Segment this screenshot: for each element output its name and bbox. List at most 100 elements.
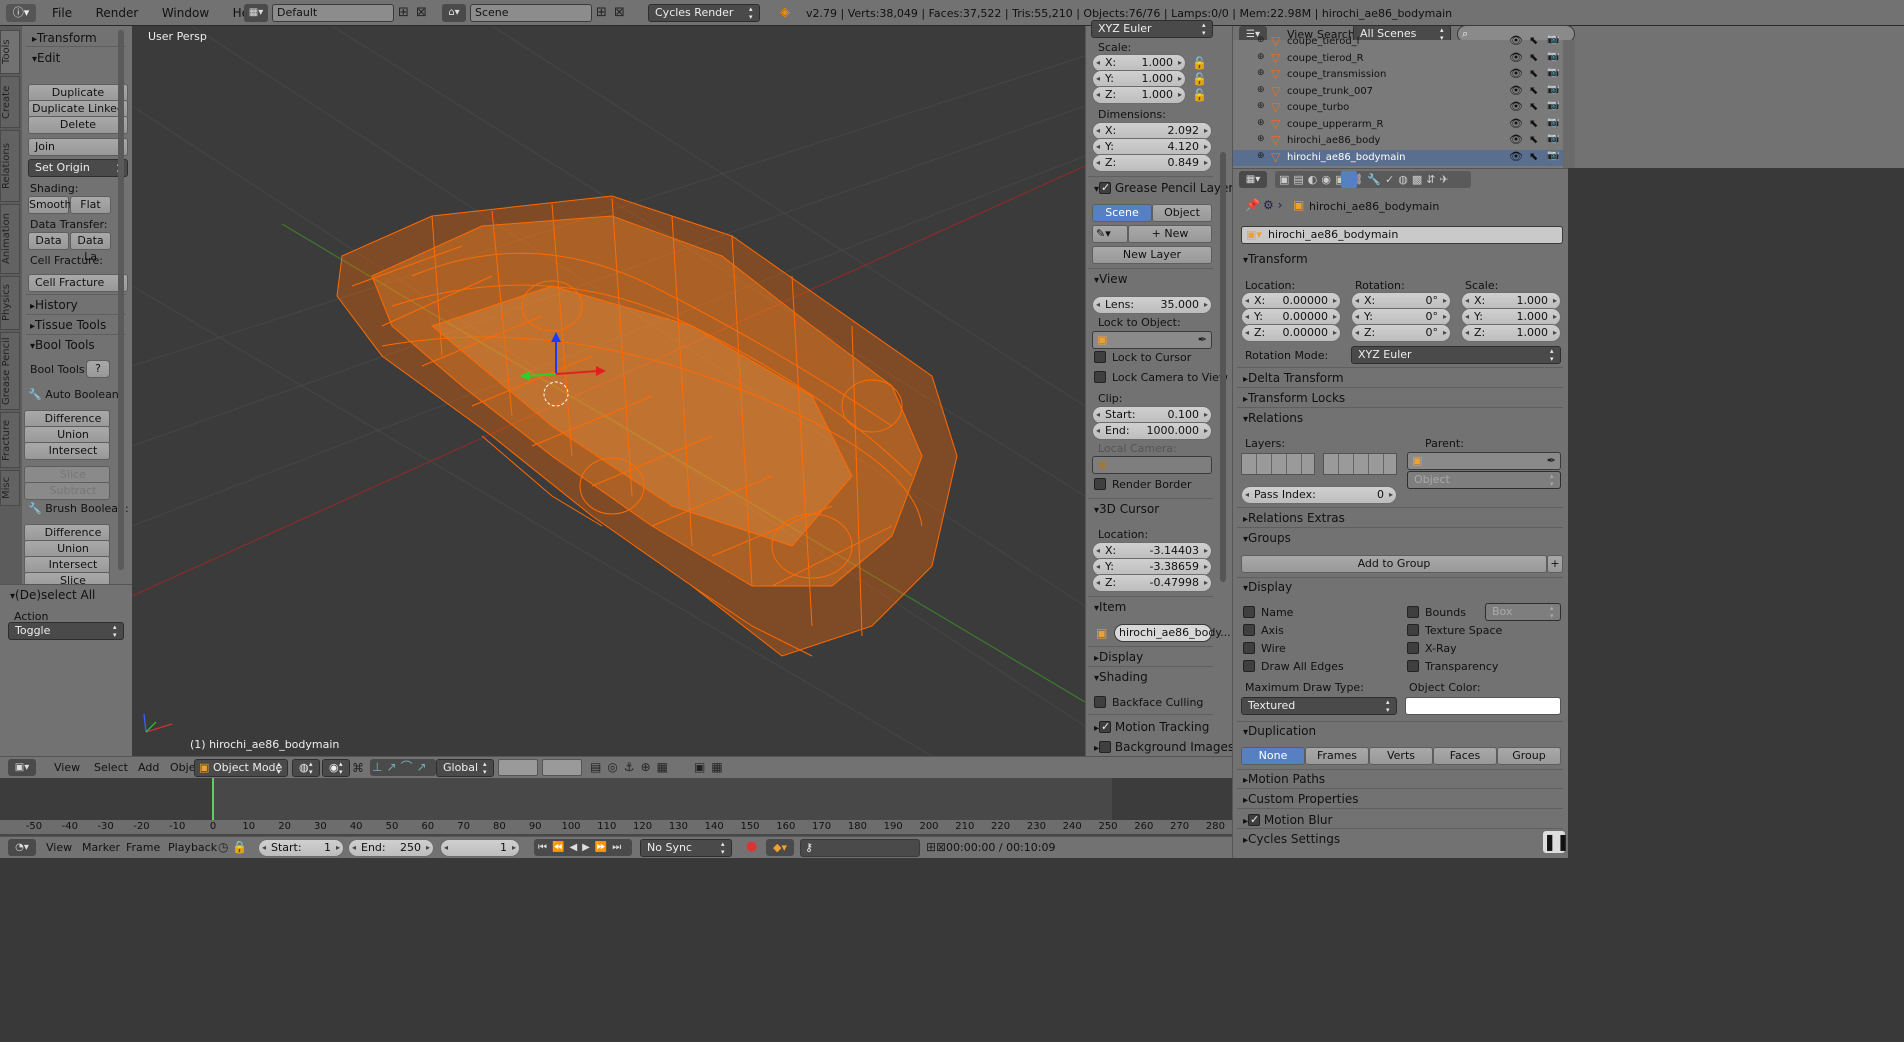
tab-misc[interactable]: Misc (0, 470, 20, 506)
dup-group-button[interactable]: Group (1497, 747, 1561, 765)
layer-buttons-2[interactable] (542, 759, 582, 776)
timeline-view-menu[interactable]: View (46, 841, 72, 854)
insert-keyframe-icon[interactable]: ⊞⊠ (926, 840, 946, 854)
keying-set-field[interactable]: ⚷ (800, 839, 920, 857)
timeline-ruler[interactable]: -50 -40 -30 -20 -10 0 10 20 30 40 50 60 70 80 90 100 110… (0, 820, 1232, 834)
timeline-editor-icon[interactable]: ◔▾ (8, 839, 36, 856)
outliner-row[interactable]: ⊕ ▽ coupe_upperarm_R 👁 ⬉ 📷 (1233, 117, 1563, 133)
xray-checkbox[interactable] (1407, 642, 1419, 654)
tab-tools[interactable]: Tools (0, 30, 20, 74)
gp-scene-button[interactable]: Scene (1092, 204, 1152, 222)
add-scene-icon[interactable]: ⊞ (596, 5, 607, 20)
eye-icon[interactable]: 👁 (1509, 84, 1523, 97)
tab-animation[interactable]: Animation (0, 204, 20, 274)
relations-header[interactable]: Relations (1243, 411, 1303, 425)
mode-select[interactable]: ▣ Object Mode (194, 759, 288, 777)
lock-camera-checkbox[interactable] (1094, 371, 1106, 383)
current-frame-field[interactable]: 1 (440, 839, 520, 857)
cursor-select-icon[interactable]: ⬉ (1529, 84, 1538, 97)
cursor-select-icon[interactable]: ⬉ (1529, 34, 1538, 47)
render-camera-icon[interactable]: 📷 (1547, 117, 1559, 128)
properties-editor-icon[interactable]: ▦▾ (1239, 171, 1267, 188)
clip-end-field[interactable]: End: 1000.000 (1092, 422, 1212, 440)
cursor-select-icon[interactable]: ⬉ (1529, 117, 1538, 130)
draw-type-select[interactable]: Textured (1241, 697, 1397, 715)
render-preview-icon[interactable]: ▣▦ (694, 760, 729, 774)
operator-title[interactable]: (De)select All (10, 588, 95, 602)
dup-frames-button[interactable]: Frames (1305, 747, 1369, 765)
render-camera-icon[interactable]: 📷 (1547, 34, 1559, 45)
scl-z-field[interactable]: Z: 1.000 (1461, 324, 1561, 342)
eye-icon[interactable]: 👁 (1509, 51, 1523, 64)
tissue-tools-header[interactable]: Tissue Tools (30, 318, 106, 332)
cursor-select-icon[interactable]: ⬉ (1529, 100, 1538, 113)
bool-tools-header[interactable]: Bool Tools (30, 338, 95, 352)
playback-controls[interactable]: ⏮⏪◀▶⏩⏭ (534, 839, 632, 856)
pivot-select[interactable]: ◉ (322, 759, 350, 777)
layers-grid-1[interactable] (1241, 453, 1315, 475)
gp-object-button[interactable]: Object (1152, 204, 1212, 222)
custom-properties-header[interactable]: Custom Properties (1243, 792, 1358, 806)
motion-paths-header[interactable]: Motion Paths (1243, 772, 1325, 786)
3d-cursor-header[interactable]: 3D Cursor (1094, 502, 1159, 516)
eye-icon[interactable]: 👁 (1509, 117, 1523, 130)
frame-menu[interactable]: Frame (126, 841, 160, 854)
expand-icon[interactable]: ⊕ (1257, 35, 1265, 45)
render-camera-icon[interactable]: 📷 (1547, 51, 1559, 62)
data-layers-button[interactable]: Data La (70, 232, 111, 263)
menu-window[interactable]: Window (162, 6, 209, 20)
help-icon[interactable]: ? (86, 360, 110, 378)
layers-grid-2[interactable] (1323, 453, 1397, 475)
texture-space-checkbox[interactable] (1407, 624, 1419, 636)
pin-icon[interactable]: 📌 (1245, 198, 1260, 212)
display-wire-checkbox[interactable] (1243, 642, 1255, 654)
bounds-checkbox[interactable] (1407, 606, 1419, 618)
render-border-checkbox[interactable] (1094, 478, 1106, 490)
outliner-row[interactable]: ⊕ ▽ coupe_tierod_R 👁 ⬉ 📷 (1233, 51, 1563, 67)
outliner-list[interactable]: ⊕ ▽ coupe_tierod_l 👁 ⬉ 📷 ⊕ ▽ coupe_tierod_R 👁 ⬉ 📷 ⊕ ▽… (1233, 34, 1563, 168)
editor-type-icon[interactable]: ▣▾ (8, 759, 36, 776)
marker-menu[interactable]: Marker (82, 841, 120, 854)
add-group-plus-icon[interactable]: + (1547, 555, 1563, 573)
dup-verts-button[interactable]: Verts (1369, 747, 1433, 765)
properties-context-tabs[interactable]: ▣▤◐◉▣⛓🔧✓◍▩⇵✈ (1275, 171, 1471, 188)
expand-icon[interactable]: ⊕ (1257, 151, 1265, 161)
menu-render[interactable]: Render (96, 6, 139, 20)
properties-shelf-scrollbar[interactable] (1220, 152, 1226, 582)
eye-icon[interactable]: 👁 (1509, 67, 1523, 80)
end-frame-field[interactable]: End: 250 (348, 839, 434, 857)
shading-panel-header[interactable]: Shading (1094, 670, 1148, 684)
keying-icon[interactable]: ◆▾ (766, 839, 794, 856)
tab-relations[interactable]: Relations (0, 130, 20, 202)
view-menu[interactable]: View (54, 761, 80, 774)
cell-fracture-button[interactable]: Cell Fracture (28, 274, 128, 292)
orientation-select[interactable]: Global (436, 759, 494, 777)
viewport-canvas[interactable] (132, 26, 1085, 756)
outliner-row[interactable]: ⊕ ▽ coupe_transmission 👁 ⬉ 📷 (1233, 67, 1563, 83)
eye-icon[interactable]: 👁 (1509, 100, 1523, 113)
smooth-button[interactable]: Smooth (28, 196, 71, 214)
info-editor-icon[interactable]: ⓘ▾ (6, 4, 36, 22)
layer-buttons-1[interactable] (498, 759, 538, 776)
motion-blur-checkbox[interactable] (1248, 813, 1261, 826)
outliner-scrollbar[interactable] (1563, 40, 1575, 168)
playback-menu[interactable]: Playback (168, 841, 217, 854)
object-name-field[interactable]: ▣▾ hirochi_ae86_bodymain (1241, 226, 1563, 244)
layout-icon[interactable]: ▦▾ (244, 4, 268, 22)
eyedropper-icon[interactable]: ✒ (1198, 332, 1207, 348)
snap-icons[interactable]: ▤◎⚓⊕▦ (590, 760, 674, 774)
eye-icon[interactable]: 👁 (1509, 150, 1523, 163)
history-panel-header[interactable]: History (30, 298, 78, 312)
outliner-row[interactable]: ⊕ ▽ hirochi_ae86_bodymain 👁 ⬉ 📷 (1233, 149, 1563, 166)
object-tab-active[interactable] (1341, 171, 1357, 188)
render-camera-icon[interactable]: 📷 (1547, 150, 1559, 161)
manipulator-icon[interactable]: ⌘ (352, 761, 364, 775)
outliner-row[interactable]: ⊕ ▽ hirochi_ae86_body 👁 ⬉ 📷 (1233, 133, 1563, 149)
flat-button[interactable]: Flat (70, 196, 111, 214)
expand-icon[interactable]: ⊕ (1257, 134, 1265, 144)
parent-eyedropper-icon[interactable]: ✒ (1547, 453, 1556, 469)
delta-transform-header[interactable]: Delta Transform (1243, 371, 1344, 385)
dim-z-field[interactable]: Z: 0.849 (1092, 154, 1212, 172)
grease-pencil-checkbox[interactable] (1099, 181, 1112, 194)
add-to-group-button[interactable]: Add to Group (1241, 555, 1547, 573)
